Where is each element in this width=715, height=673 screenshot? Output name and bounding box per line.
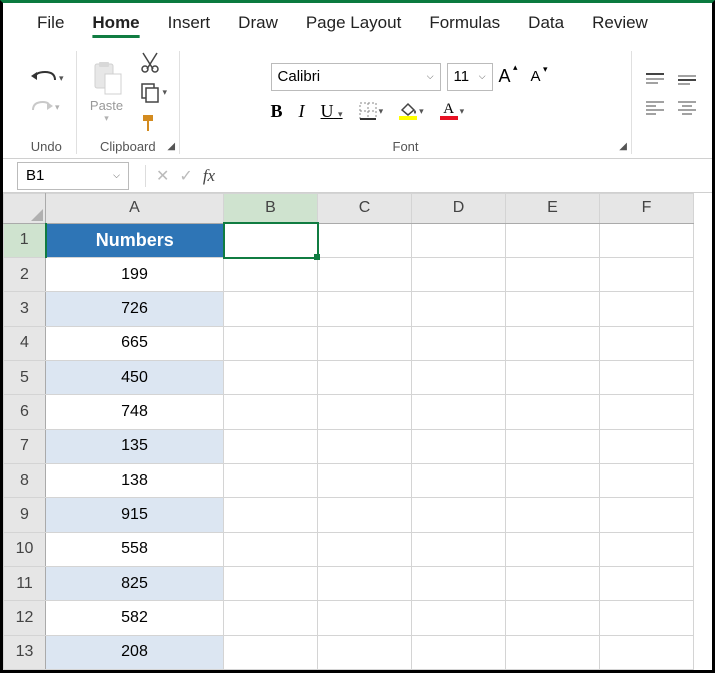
col-header-c[interactable]: C xyxy=(318,194,412,224)
chevron-down-icon: ▾ xyxy=(59,73,64,84)
tab-draw[interactable]: Draw xyxy=(238,13,278,37)
format-painter-icon[interactable] xyxy=(139,111,161,133)
undo-button[interactable]: ▾ xyxy=(29,68,64,88)
group-undo: ▾ ▾ Undo xyxy=(17,51,77,154)
row-header-3[interactable]: 3 xyxy=(4,292,46,326)
col-header-e[interactable]: E xyxy=(506,194,600,224)
row-header-13[interactable]: 13 xyxy=(4,635,46,670)
row-header-11[interactable]: 11 xyxy=(4,566,46,600)
cell-d1[interactable] xyxy=(412,223,506,257)
row-header-9[interactable]: 9 xyxy=(4,498,46,532)
cell-a4[interactable]: 665 xyxy=(46,326,224,360)
spreadsheet-grid: A B C D E F 1 Numbers 2199 3726 4665 545… xyxy=(3,193,712,670)
chevron-down-icon: ⌵ xyxy=(427,71,434,82)
cell-c1[interactable] xyxy=(318,223,412,257)
row-header-1[interactable]: 1 xyxy=(4,223,46,257)
cell-a5[interactable]: 450 xyxy=(46,361,224,395)
ribbon: ▾ ▾ Undo Paste ▾ ▾ xyxy=(3,45,712,159)
cell-a7[interactable]: 135 xyxy=(46,429,224,463)
cut-icon[interactable] xyxy=(139,51,161,73)
group-font: Calibri⌵ 11⌵ A▴ A▾ B I U ▾ ▾ xyxy=(180,51,632,154)
insert-function-icon[interactable]: fx xyxy=(203,166,215,186)
select-all-corner[interactable] xyxy=(4,194,46,224)
tab-data[interactable]: Data xyxy=(528,13,564,37)
cell-a6[interactable]: 748 xyxy=(46,395,224,429)
dialog-launcher-icon[interactable]: ◢ xyxy=(167,141,175,152)
paste-button[interactable]: Paste ▾ xyxy=(89,60,125,124)
row-header-7[interactable]: 7 xyxy=(4,429,46,463)
tab-file[interactable]: File xyxy=(37,13,64,37)
group-clipboard: Paste ▾ ▾ Clipboard ◢ xyxy=(77,51,181,154)
align-top-icon[interactable] xyxy=(644,72,666,88)
row-header-4[interactable]: 4 xyxy=(4,326,46,360)
group-label-font: Font ◢ xyxy=(192,139,619,154)
formula-bar-row: B1 ⌵ ✕ ✓ fx xyxy=(3,159,712,193)
bold-button[interactable]: B xyxy=(271,101,283,122)
row-header-10[interactable]: 10 xyxy=(4,532,46,566)
font-color-button[interactable]: A ▾ xyxy=(440,102,465,120)
cell-a10[interactable]: 558 xyxy=(46,532,224,566)
row-header-12[interactable]: 12 xyxy=(4,601,46,635)
row-header-6[interactable]: 6 xyxy=(4,395,46,429)
enter-formula-icon[interactable]: ✓ xyxy=(179,166,192,186)
fill-color-button[interactable]: ▾ xyxy=(399,102,424,120)
col-header-d[interactable]: D xyxy=(412,194,506,224)
align-center-icon[interactable] xyxy=(676,100,698,116)
dialog-launcher-icon[interactable]: ◢ xyxy=(619,141,627,152)
redo-button[interactable]: ▾ xyxy=(29,98,60,116)
tab-home[interactable]: Home xyxy=(92,13,139,37)
borders-button[interactable]: ▾ xyxy=(359,102,384,120)
chevron-down-icon: ▾ xyxy=(104,113,109,124)
font-size-select[interactable]: 11⌵ xyxy=(447,63,493,91)
col-header-f[interactable]: F xyxy=(600,194,694,224)
row-header-5[interactable]: 5 xyxy=(4,361,46,395)
cell-a11[interactable]: 825 xyxy=(46,566,224,600)
group-alignment xyxy=(632,51,698,154)
decrease-font-button[interactable]: A▾ xyxy=(531,68,541,85)
cell-a8[interactable]: 138 xyxy=(46,463,224,497)
align-middle-icon[interactable] xyxy=(676,72,698,88)
cell-a2[interactable]: 199 xyxy=(46,258,224,292)
tab-formulas[interactable]: Formulas xyxy=(429,13,500,37)
cell-a13[interactable]: 208 xyxy=(46,635,224,670)
col-header-a[interactable]: A xyxy=(46,194,224,224)
cell-a12[interactable]: 582 xyxy=(46,601,224,635)
formula-input[interactable] xyxy=(225,162,712,190)
row-header-8[interactable]: 8 xyxy=(4,463,46,497)
col-header-b[interactable]: B xyxy=(224,194,318,224)
cell-f1[interactable] xyxy=(600,223,694,257)
cell-a9[interactable]: 915 xyxy=(46,498,224,532)
align-left-icon[interactable] xyxy=(644,100,666,116)
font-name-select[interactable]: Calibri⌵ xyxy=(271,63,441,91)
chevron-down-icon: ▾ xyxy=(163,87,168,98)
copy-icon[interactable] xyxy=(139,81,161,103)
group-label-clipboard: Clipboard ◢ xyxy=(89,139,168,154)
tab-page-layout[interactable]: Page Layout xyxy=(306,13,401,37)
italic-button[interactable]: I xyxy=(299,101,305,122)
cancel-formula-icon[interactable]: ✕ xyxy=(156,166,169,186)
cell-e1[interactable] xyxy=(506,223,600,257)
increase-font-button[interactable]: A▴ xyxy=(499,66,511,87)
cell-a1[interactable]: Numbers xyxy=(46,223,224,257)
row-header-2[interactable]: 2 xyxy=(4,258,46,292)
cell-a3[interactable]: 726 xyxy=(46,292,224,326)
chevron-down-icon: ⌵ xyxy=(113,170,120,181)
chevron-down-icon: ▾ xyxy=(55,102,60,113)
underline-button[interactable]: U ▾ xyxy=(321,101,343,122)
ribbon-tabs: File Home Insert Draw Page Layout Formul… xyxy=(3,3,712,45)
paste-label: Paste xyxy=(90,98,123,113)
name-box[interactable]: B1 ⌵ xyxy=(17,162,129,190)
tab-insert[interactable]: Insert xyxy=(168,13,211,37)
tab-review[interactable]: Review xyxy=(592,13,648,37)
group-label-undo: Undo xyxy=(29,139,64,154)
chevron-down-icon: ⌵ xyxy=(479,71,486,82)
cell-b1[interactable] xyxy=(224,223,318,257)
